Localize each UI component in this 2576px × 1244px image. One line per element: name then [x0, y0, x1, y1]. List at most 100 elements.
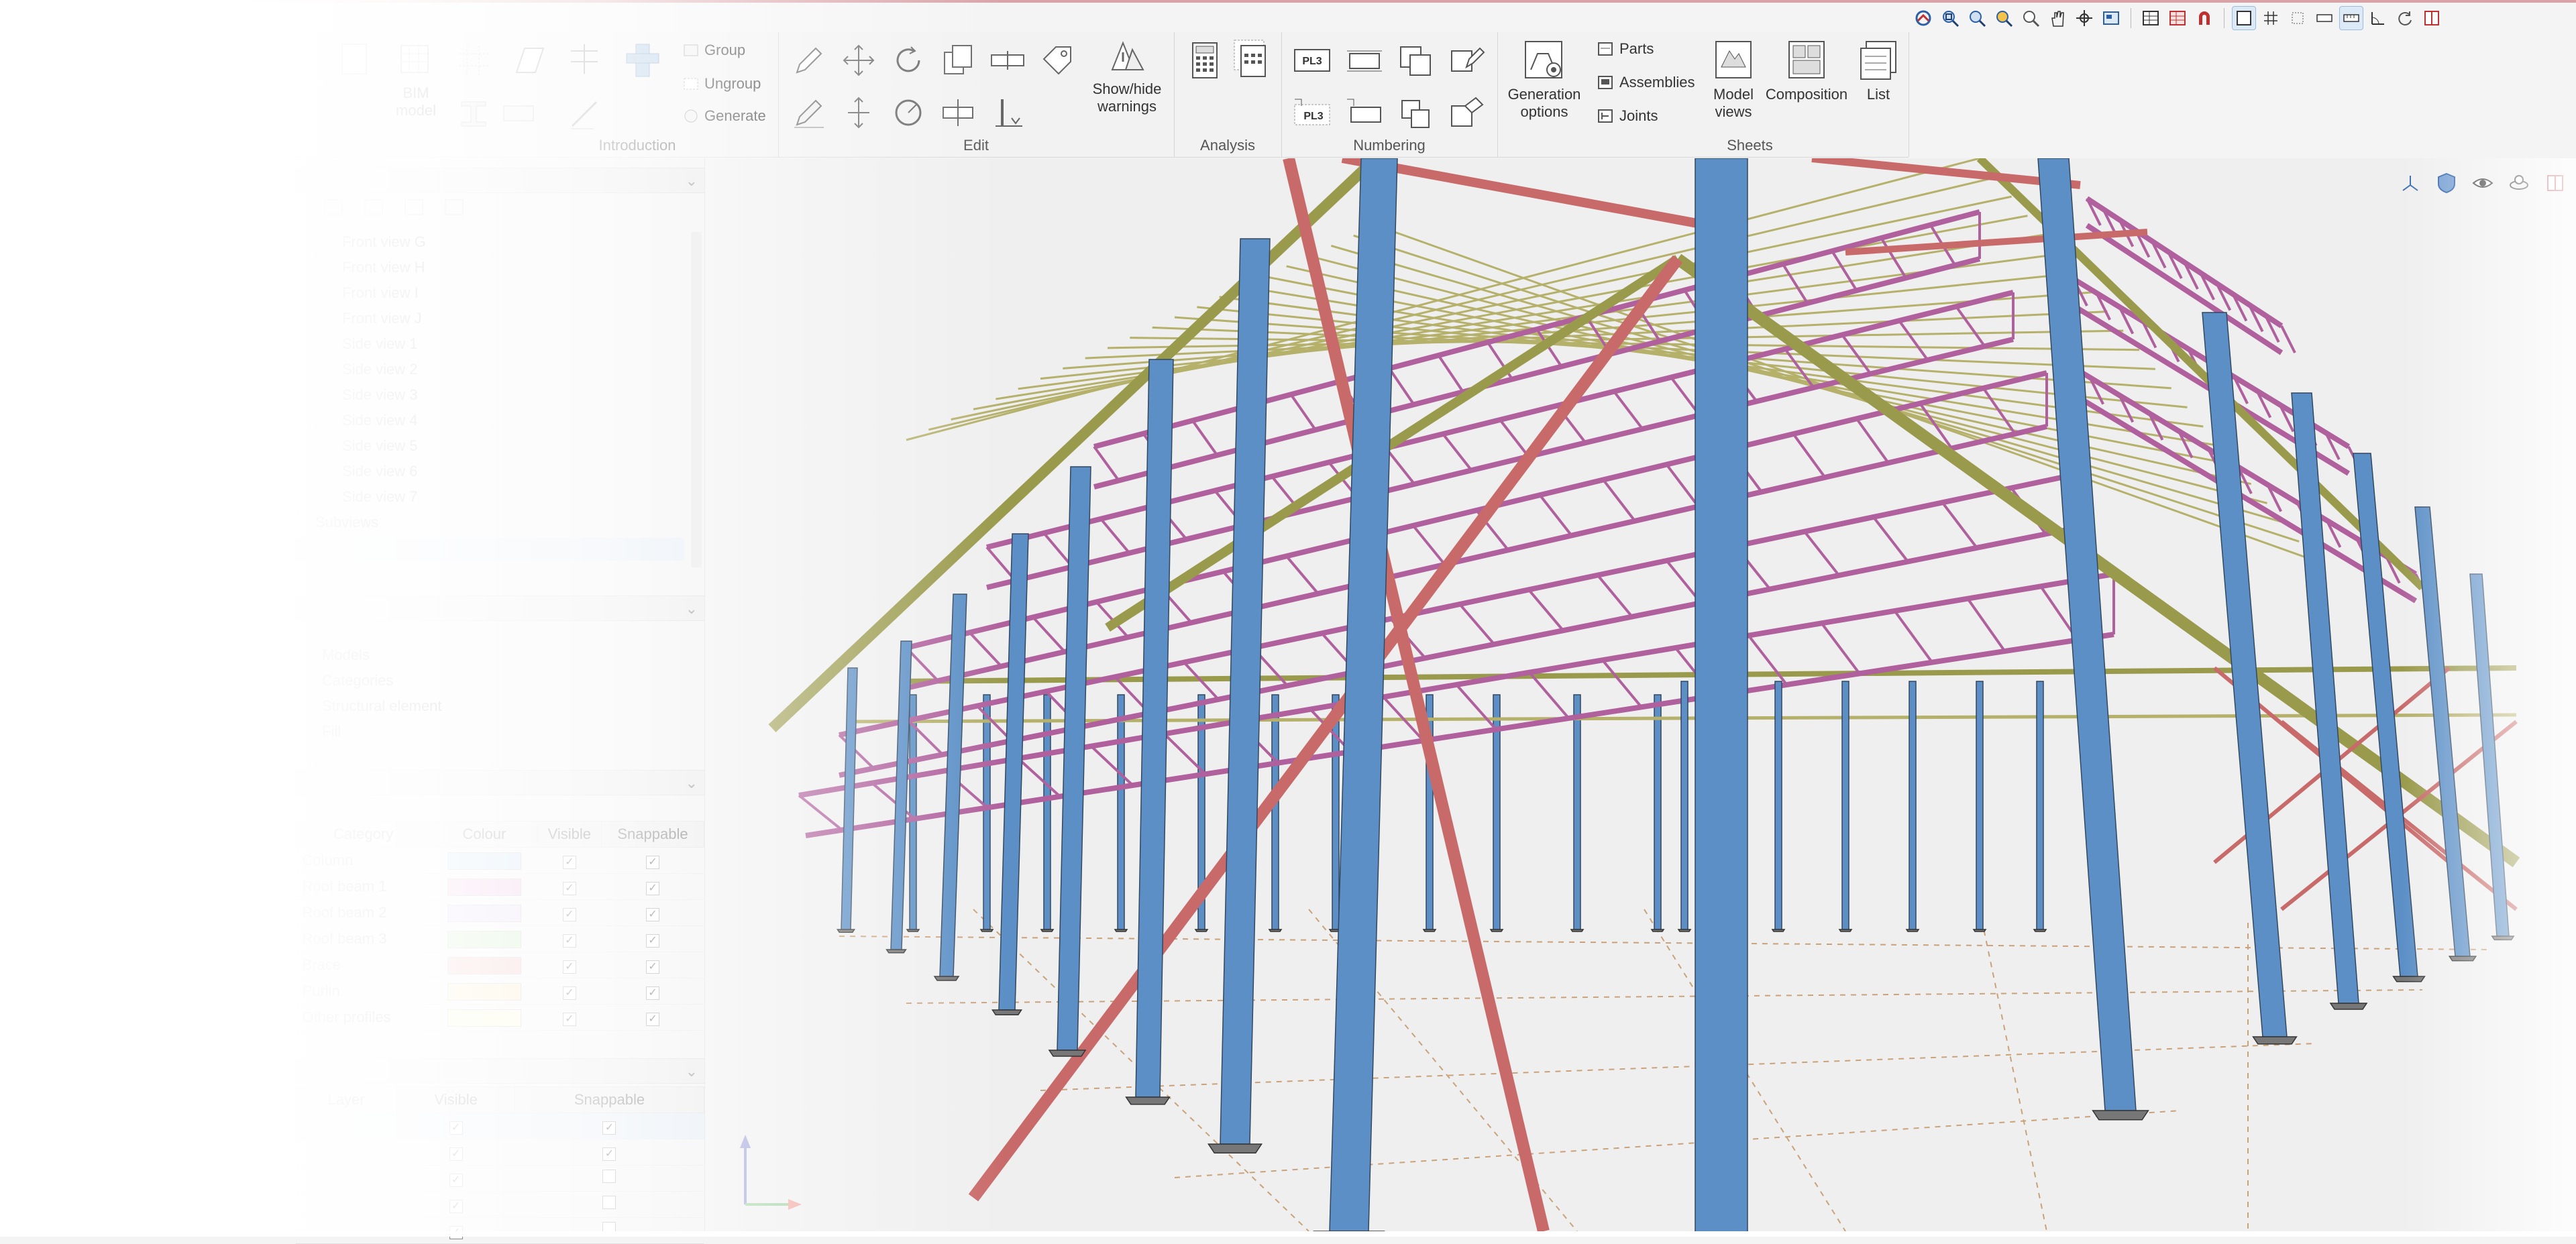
column-base-plate[interactable]	[1194, 929, 1209, 932]
column-base-plate[interactable]	[1771, 929, 1786, 932]
column-base-plate[interactable]	[1422, 929, 1437, 932]
colour-swatch[interactable]	[447, 956, 521, 974]
column-header[interactable]: Colour	[431, 821, 538, 848]
column-base-plate[interactable]	[2448, 956, 2477, 962]
steel-frame-model[interactable]	[705, 158, 2576, 1237]
steel-column[interactable]	[841, 667, 858, 930]
column-base-plate[interactable]	[933, 976, 960, 981]
extend-icon[interactable]	[989, 94, 1026, 135]
view-item[interactable]: Side view 5	[342, 437, 418, 455]
column-base-plate[interactable]	[2252, 1036, 2298, 1045]
visible-checkbox[interactable]: ✓	[449, 1147, 463, 1161]
steel-column[interactable]	[2414, 506, 2471, 957]
table-row[interactable]: ✓ ✓	[295, 1139, 704, 1166]
column-header[interactable]: Layer	[294, 1086, 398, 1113]
axes-icon[interactable]	[2399, 172, 2422, 194]
truss-web[interactable]	[1941, 502, 1978, 549]
view-item[interactable]: Front view G	[342, 233, 426, 251]
steel-column[interactable]	[1909, 681, 1917, 930]
single-view-icon[interactable]	[2232, 6, 2256, 30]
truss-web[interactable]	[1792, 433, 1827, 479]
steel-column[interactable]	[1043, 694, 1051, 930]
column-base-plate[interactable]	[1268, 929, 1283, 932]
layer-row[interactable]: Categories	[322, 672, 393, 689]
rotate-icon[interactable]	[890, 42, 927, 82]
zoom-extents-icon[interactable]	[1939, 7, 1962, 30]
visible-checkbox[interactable]: ✓	[449, 1200, 463, 1213]
snappable-checkbox[interactable]: ✓	[645, 908, 659, 921]
section-box-icon[interactable]	[2544, 172, 2567, 194]
view-item[interactable]: Front view J	[342, 310, 422, 327]
truss-web[interactable]	[1803, 530, 1840, 577]
visible-checkbox[interactable]: ✓	[562, 1013, 576, 1026]
column-base-plate[interactable]	[906, 929, 920, 932]
steel-column[interactable]	[909, 694, 917, 930]
ruler-icon[interactable]	[2339, 6, 2363, 30]
view-item[interactable]: Side view 7	[342, 488, 418, 506]
column-header[interactable]: Snappable	[514, 1086, 705, 1113]
visible-checkbox[interactable]: ✓	[562, 986, 576, 1000]
snappable-checkbox[interactable]: ✓	[602, 1147, 616, 1161]
dotted-grid-icon[interactable]	[2286, 7, 2309, 30]
visible-checkbox[interactable]: ✓	[562, 934, 576, 948]
snappable-checkbox[interactable]	[602, 1196, 616, 1209]
view-item[interactable]: Side view 1	[342, 335, 418, 353]
layer-row[interactable]: Structural element	[322, 697, 442, 715]
edit-number-icon[interactable]	[1446, 42, 1487, 82]
chevron-down-icon[interactable]: ⌄	[686, 1063, 698, 1080]
truss-web[interactable]	[1872, 516, 1909, 563]
view-item[interactable]: Side view 6	[342, 463, 418, 480]
truss-web[interactable]	[1820, 622, 1861, 675]
steel-column[interactable]	[983, 694, 991, 930]
grid-snap-icon[interactable]	[2259, 7, 2282, 30]
truss-web[interactable]	[1966, 598, 2006, 653]
column-header[interactable]: Visible	[537, 821, 602, 848]
truss-web[interactable]	[1099, 518, 1131, 554]
column-base-plate[interactable]	[1650, 929, 1665, 932]
truss-web[interactable]	[1898, 320, 1929, 361]
truss-web[interactable]	[2280, 325, 2296, 353]
steel-column[interactable]	[1271, 694, 1279, 930]
column-base-plate[interactable]	[1125, 1096, 1171, 1105]
view-item[interactable]: Side view 2	[342, 361, 418, 378]
column-base-plate[interactable]	[2329, 1003, 2368, 1010]
orbit-object-icon[interactable]	[2508, 172, 2530, 194]
visible-checkbox[interactable]: ✓	[562, 960, 576, 974]
views-scrollbar[interactable]	[691, 232, 702, 567]
calculator-report-icon[interactable]	[1232, 38, 1269, 84]
visible-checkbox[interactable]: ✓	[562, 908, 576, 921]
truss-web[interactable]	[1665, 463, 1700, 508]
tag-icon[interactable]	[1038, 42, 1076, 82]
truss-web[interactable]	[871, 782, 916, 820]
visible-checkbox[interactable]: ✓	[449, 1121, 463, 1135]
truss-web[interactable]	[798, 794, 843, 832]
truss-web[interactable]	[1455, 683, 1497, 730]
colour-swatch[interactable]	[447, 904, 521, 922]
magnet-snap-icon[interactable]	[2193, 7, 2216, 30]
angle-icon[interactable]	[2367, 7, 2390, 30]
stretch-icon[interactable]	[840, 94, 877, 135]
truss-web[interactable]	[1856, 418, 1890, 464]
generation-options-button[interactable]: Generation options	[1499, 39, 1590, 121]
table-row[interactable]: ✓	[295, 1165, 704, 1192]
visible-checkbox[interactable]: ✓	[562, 882, 576, 895]
plate-number-icon[interactable]: PL3	[1291, 42, 1334, 82]
composition-button[interactable]: Composition	[1763, 39, 1850, 103]
column-base-plate[interactable]	[1838, 929, 1853, 932]
snappable-checkbox[interactable]	[602, 1170, 616, 1183]
column-base-plate[interactable]	[1207, 1143, 1263, 1153]
truss-web[interactable]	[1191, 419, 1218, 456]
parts-button[interactable]: Parts	[1597, 40, 1654, 58]
view-side-icon[interactable]	[362, 197, 385, 217]
table-row[interactable]: Purlin ✓ ✓	[295, 978, 704, 1005]
truss-web[interactable]	[1747, 634, 1788, 686]
visible-checkbox[interactable]: ✓	[449, 1174, 463, 1187]
table-row[interactable]: Brace ✓ ✓	[295, 952, 704, 978]
steel-column[interactable]	[1117, 694, 1125, 930]
truss-web[interactable]	[1458, 603, 1495, 646]
clear-number-icon[interactable]	[1446, 94, 1487, 135]
column-base-plate[interactable]	[1905, 929, 1920, 932]
profile-i-icon[interactable]	[456, 97, 491, 135]
column-header[interactable]: Category	[294, 821, 432, 848]
truss-web[interactable]	[1602, 479, 1636, 522]
